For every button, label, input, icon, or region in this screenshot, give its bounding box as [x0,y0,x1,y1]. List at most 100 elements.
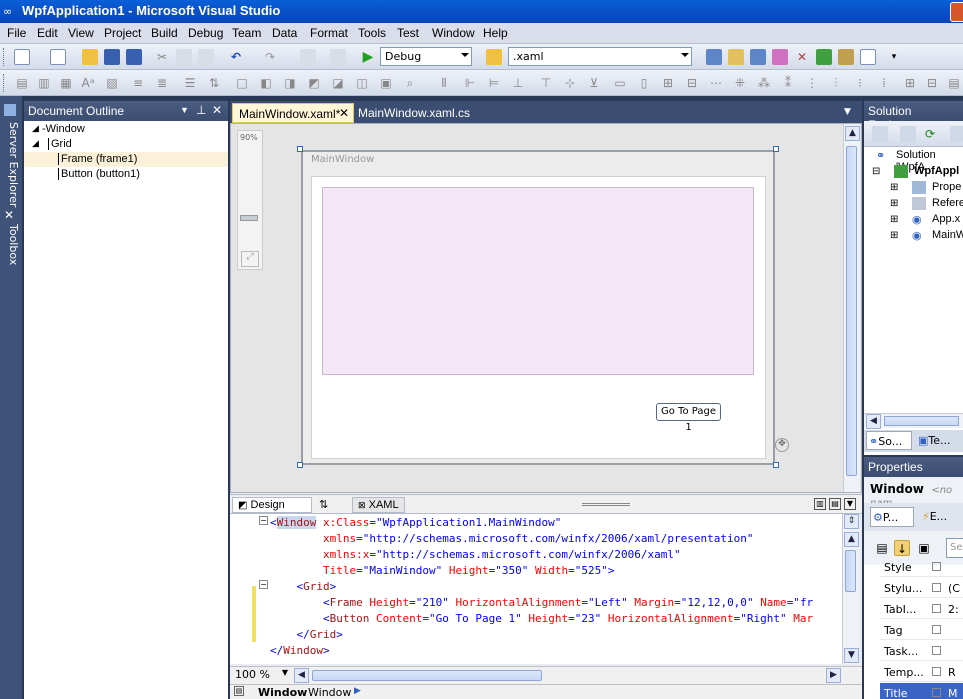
breadcrumb-item-type[interactable]: Window [308,686,351,699]
pin-icon[interactable]: ⊥ [196,103,206,117]
menu-test[interactable]: Test [397,26,419,40]
split-editor-icon[interactable]: ⇕ [844,514,859,529]
center-in-form-h-icon[interactable]: ⊞ [902,75,918,91]
tree-item-properties[interactable]: Prope [932,181,961,193]
align-middles-icon[interactable]: ⊨ [486,75,502,91]
lock-controls-icon[interactable]: ◩ [306,75,322,91]
xaml-editor[interactable]: − − <Window x:Class="WpfApplication1.Mai… [230,514,859,664]
menu-build[interactable]: Build [151,26,178,40]
collapse-icon[interactable]: − [259,516,268,525]
find-combo[interactable]: .xaml [508,47,692,66]
grid-settings-icon[interactable]: ⊞ [660,75,676,91]
align-centers-icon[interactable]: ▦ [58,75,74,91]
add-item-icon[interactable] [50,49,66,65]
tab-mainwindow-xaml-cs[interactable]: MainWindow.xaml.cs [352,103,476,123]
property-row[interactable]: Stylu... (C [880,578,963,598]
outline-item-window[interactable]: -Window [42,123,85,135]
tree-item-app-xaml[interactable]: App.x [932,213,960,225]
close-tab-icon[interactable]: ✕ [339,106,349,120]
expand-icon[interactable]: ◢ [32,138,39,149]
events-tab[interactable]: ⚡E... [920,507,962,527]
increase-spacing-icon[interactable]: ⊻ [586,75,602,91]
align-right-edges-icon[interactable]: ⊩ [462,75,478,91]
property-value[interactable]: R [948,666,956,679]
bring-to-front-icon[interactable]: ◧ [258,75,274,91]
categorized-icon[interactable]: ▤ [874,540,890,556]
outline-item-frame[interactable]: Frame (frame1) [58,153,137,165]
tree-item-mainwindow-xaml[interactable]: MainW [932,229,963,241]
tree-item-project[interactable]: WpfAppl [914,165,959,177]
collapse-icon[interactable]: − [259,580,268,589]
scroll-right-icon[interactable]: ▶ [826,668,841,683]
property-value[interactable]: 2: [948,603,959,616]
close-window-button[interactable] [950,2,963,22]
collapse-pane-icon[interactable]: ▼ [844,498,856,510]
toolbar-grip[interactable] [3,74,6,92]
scroll-up-icon[interactable]: ▲ [844,532,859,547]
make-same-width-icon[interactable]: ≡ [130,75,146,91]
property-pages-icon[interactable]: ▣ [916,540,932,556]
property-row[interactable]: Title M [880,683,963,699]
make-same-size-icon[interactable]: ▯ [636,75,652,91]
make-same-height-icon[interactable]: ≣ [154,75,170,91]
redo-icon[interactable]: ↷ [262,49,278,65]
breadcrumb-arrow-icon[interactable]: ▶ [354,686,361,696]
vertical-space-remove-icon[interactable]: ⁞ [876,75,892,91]
size-to-grid-icon[interactable]: □ [234,75,250,91]
property-value[interactable]: M [948,687,958,699]
start-debugging-icon[interactable]: ▶ [360,49,376,65]
align-tops-icon[interactable]: ▧ [104,75,120,91]
solution-explorer-hscrollbar[interactable]: ◀ [864,413,963,429]
menu-tools[interactable]: Tools [358,26,386,40]
align-bottoms-icon[interactable]: ⊥ [510,75,526,91]
expand-icon[interactable]: ⊞ [890,230,898,241]
property-row[interactable]: Task... [880,641,963,661]
zoom-thumb[interactable] [240,215,258,221]
scroll-thumb[interactable] [846,146,857,476]
new-project-icon[interactable] [14,49,30,65]
properties-icon[interactable] [872,126,888,142]
xaml-tab[interactable]: ⊠ XAML [352,497,405,513]
frame1-control[interactable] [322,187,754,375]
vertical-split-icon[interactable]: ▥ [814,498,826,510]
button1-control[interactable]: Go To Page 1 [656,403,721,433]
tab-order-icon[interactable]: ◪ [330,75,346,91]
horizontal-space-remove-icon[interactable]: ⁑ [780,75,796,91]
horizontal-space-decrease-icon[interactable]: ⁂ [756,75,772,91]
menu-debug[interactable]: Debug [188,26,223,40]
toolbox-icon[interactable] [772,49,788,65]
team-explorer-tab[interactable]: ▣Te... [916,431,962,450]
solution-explorer-icon[interactable] [706,49,722,65]
swap-panes-icon[interactable]: ⇅ [314,497,333,513]
show-all-files-icon[interactable] [900,126,916,142]
tree-item-references[interactable]: Refere [932,197,963,209]
adorner-icon[interactable]: ✥ [775,438,789,452]
expand-icon[interactable]: ◢ [32,123,39,134]
center-in-form-v-icon[interactable]: ⊟ [924,75,940,91]
decrease-spacing-icon[interactable]: ▭ [612,75,628,91]
save-icon[interactable] [104,49,120,65]
start-page-icon[interactable] [816,49,832,65]
zoom-slider[interactable]: 90% ⤢ [237,130,263,270]
undo-icon[interactable]: ↶ [228,49,244,65]
align-to-grid-icon[interactable]: ▤ [14,75,30,91]
design-surface[interactable]: 90% ⤢ MainWindow Go To Page 1 ✥ ▲ [230,123,862,493]
save-all-icon[interactable] [126,49,142,65]
alphabetical-icon[interactable]: ↓ [894,540,910,556]
horizontal-space-increase-icon[interactable]: ⁜ [732,75,748,91]
outline-item-button[interactable]: Button (button1) [58,168,140,180]
cut-icon[interactable]: ✂ [154,49,170,65]
solution-configuration-select[interactable]: Debug [380,47,472,66]
design-vertical-scrollbar[interactable]: ▲ [843,124,860,492]
find-in-files-icon[interactable] [486,49,502,65]
toolbar-options-icon[interactable]: ▾ [886,49,902,65]
breadcrumb-item-window[interactable]: Window [258,686,307,699]
properties-icon[interactable] [728,49,744,65]
wpf-window-preview[interactable]: MainWindow Go To Page 1 [301,150,775,465]
property-marker-icon[interactable] [932,646,941,655]
resize-handle[interactable] [773,462,779,468]
scroll-up-icon[interactable]: ▲ [845,126,860,141]
scroll-thumb[interactable] [845,550,856,592]
wpf-grid[interactable]: Go To Page 1 [311,176,766,459]
center-vertically-icon[interactable]: ▣ [378,75,394,91]
